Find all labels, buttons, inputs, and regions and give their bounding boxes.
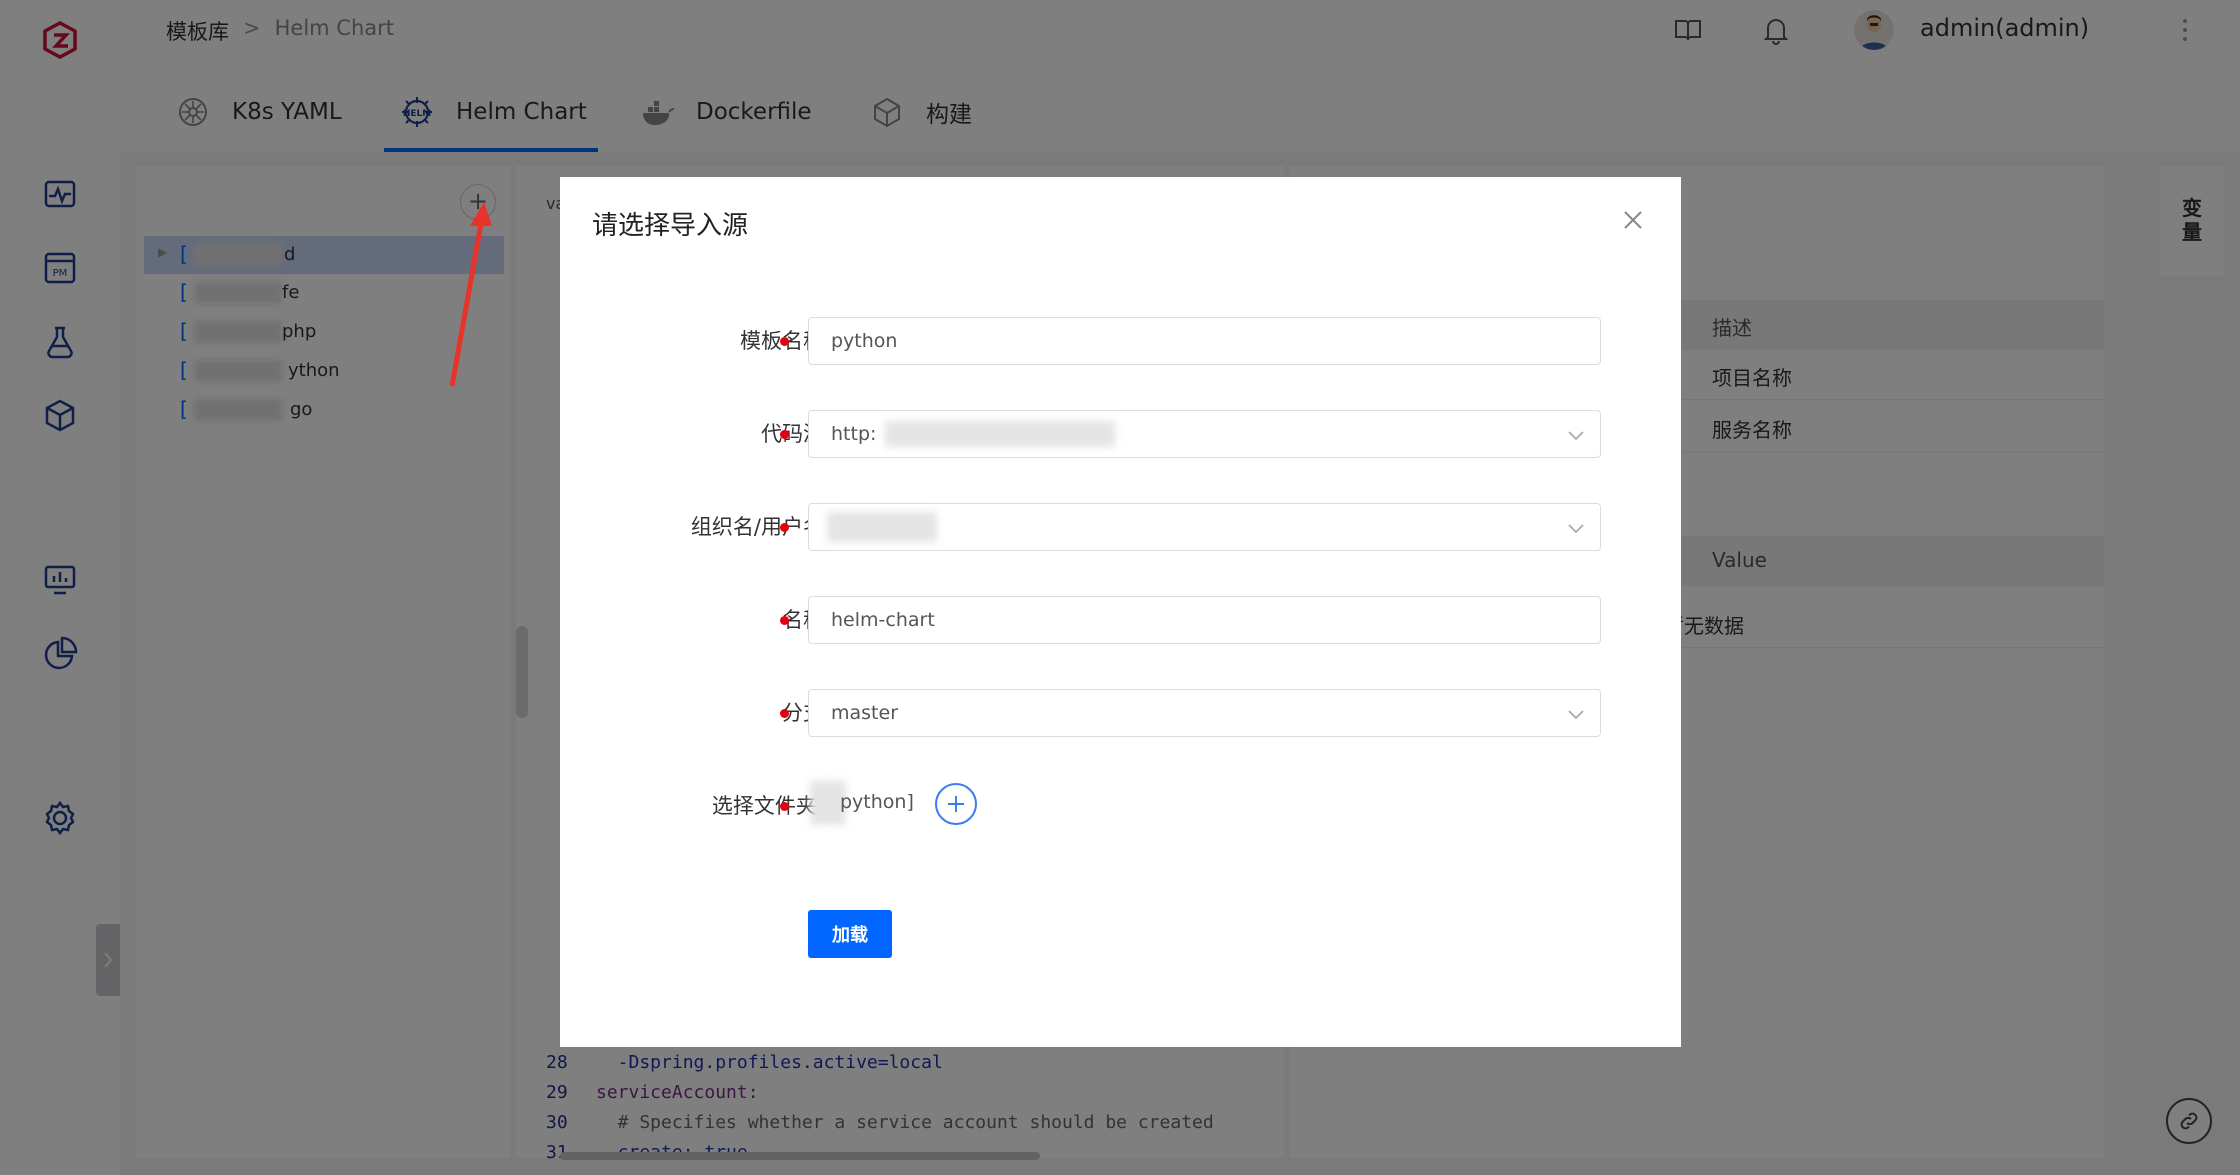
- chevron-down-icon: [1568, 710, 1584, 720]
- import-source-dialog: 请选择导入源 模板名称 python 代码源 http: 组织名/用户名 名称 …: [560, 177, 1681, 1047]
- redacted-text: [885, 421, 1115, 447]
- add-folder-button[interactable]: [935, 783, 977, 825]
- plus-icon: [948, 796, 964, 812]
- required-marker: [780, 616, 789, 625]
- chevron-down-icon: [1568, 524, 1584, 534]
- required-marker: [780, 709, 789, 718]
- input-value: python: [831, 330, 898, 352]
- org-user-label: 组织名/用户名: [690, 515, 824, 539]
- branch-select[interactable]: master: [808, 689, 1601, 737]
- redacted-text: [827, 512, 937, 542]
- name-label: 名称: [782, 608, 824, 632]
- required-marker: [780, 802, 789, 811]
- chevron-down-icon: [1568, 431, 1584, 441]
- select-value: master: [831, 702, 899, 724]
- dialog-title: 请选择导入源: [592, 211, 749, 241]
- folder-label: 选择文件夹:: [711, 794, 824, 818]
- required-marker: [780, 430, 789, 439]
- code-source-select[interactable]: http:: [808, 410, 1601, 458]
- org-user-select[interactable]: [808, 503, 1601, 551]
- required-marker: [780, 523, 789, 532]
- close-icon[interactable]: [1620, 207, 1646, 233]
- code-source-label: 代码源: [761, 422, 824, 446]
- select-value: http:: [831, 423, 877, 445]
- branch-label: 分支: [782, 701, 824, 725]
- template-name-input[interactable]: python: [808, 317, 1601, 365]
- load-button[interactable]: 加载: [808, 910, 892, 958]
- required-marker: [780, 337, 789, 346]
- name-input[interactable]: helm-chart: [808, 596, 1601, 644]
- selected-folder: python]: [840, 791, 914, 813]
- template-name-label: 模板名称: [620, 325, 824, 355]
- input-value: helm-chart: [831, 609, 935, 631]
- annotation-arrow-icon: [449, 202, 492, 387]
